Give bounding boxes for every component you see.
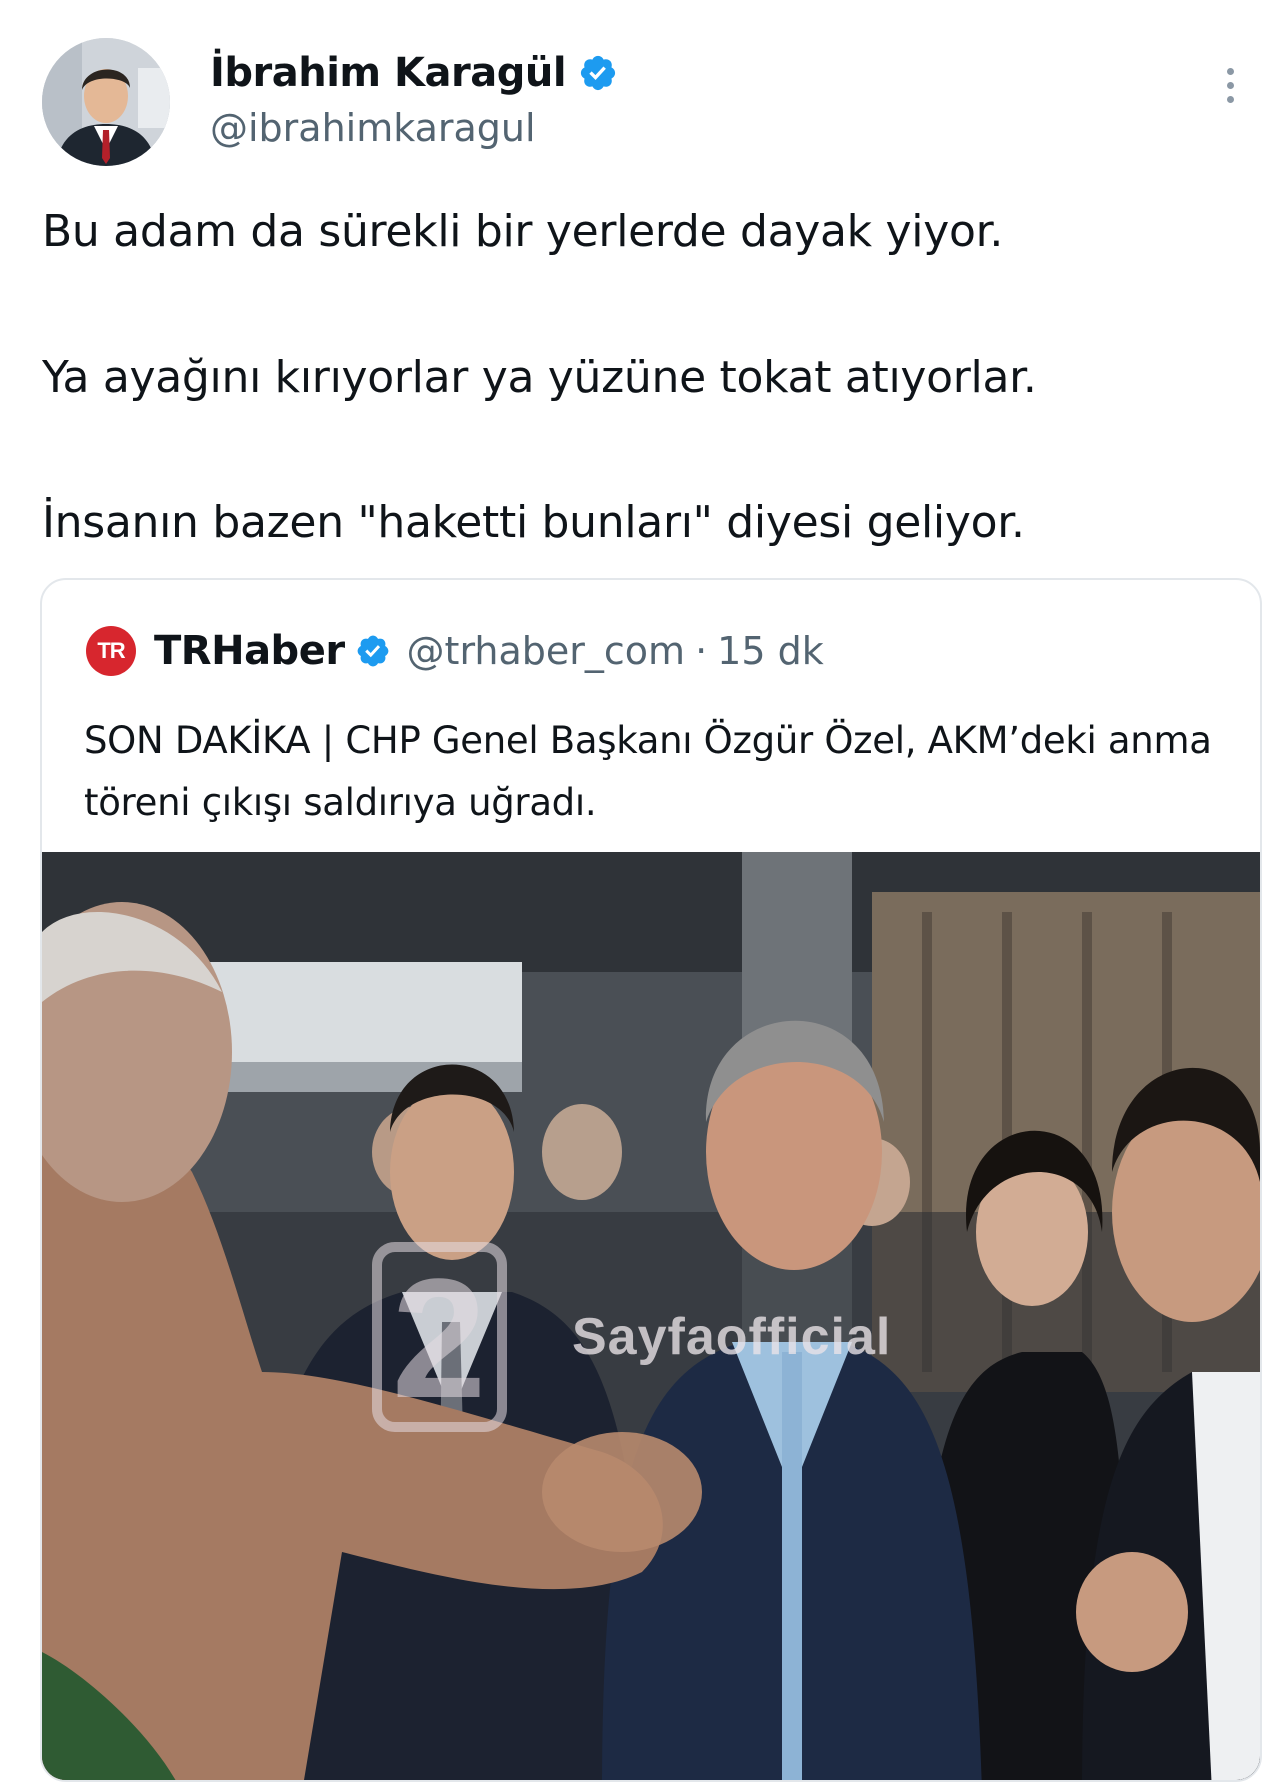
quoted-tweet-time[interactable]: 15 dk [717,629,824,673]
more-vertical-icon[interactable] [1222,68,1238,112]
person-avatar-icon [42,38,170,166]
quoted-tweet-header: TR TRHaber @trhaber_com · 15 dk [86,626,824,676]
trhaber-logo-icon[interactable]: TR [86,626,136,676]
author-display-name[interactable]: İbrahim Karagül [210,50,567,96]
dot-separator: · [695,629,708,673]
quoted-tweet-card[interactable]: TR TRHaber @trhaber_com · 15 dk SON DAKİ… [40,578,1262,1782]
watermark-logo: 2 [372,1242,507,1434]
quoted-tweet-video[interactable]: 2 Sayfaofficial [42,852,1260,1780]
quoted-tweet-text: SON DAKİKA | CHP Genel Başkanı Özgür Öze… [84,719,1212,824]
author-handle[interactable]: @ibrahimkaragul [210,106,536,150]
quoted-author-name[interactable]: TRHaber [154,628,345,674]
tweet-text-line: Bu adam da sürekli bir yerlerde dayak yi… [42,206,1004,257]
svg-text:2: 2 [392,1244,487,1434]
author-name-row: İbrahim Karagül [210,50,618,96]
tweet-text-line: Ya ayağını kırıyorlar ya yüzüne tokat at… [42,352,1037,403]
video-watermark-text: Sayfaofficial [572,1308,892,1366]
tweet-screenshot: İbrahim Karagül @ibrahimkaragul Bu adam … [0,0,1280,1782]
quoted-author-handle[interactable]: @trhaber_com [407,629,686,673]
author-avatar[interactable] [42,38,170,166]
tweet-text-line: İnsanın bazen "haketti bunları" diyesi g… [42,497,1025,548]
verified-badge-icon [580,55,616,91]
verified-badge-icon [357,635,388,667]
